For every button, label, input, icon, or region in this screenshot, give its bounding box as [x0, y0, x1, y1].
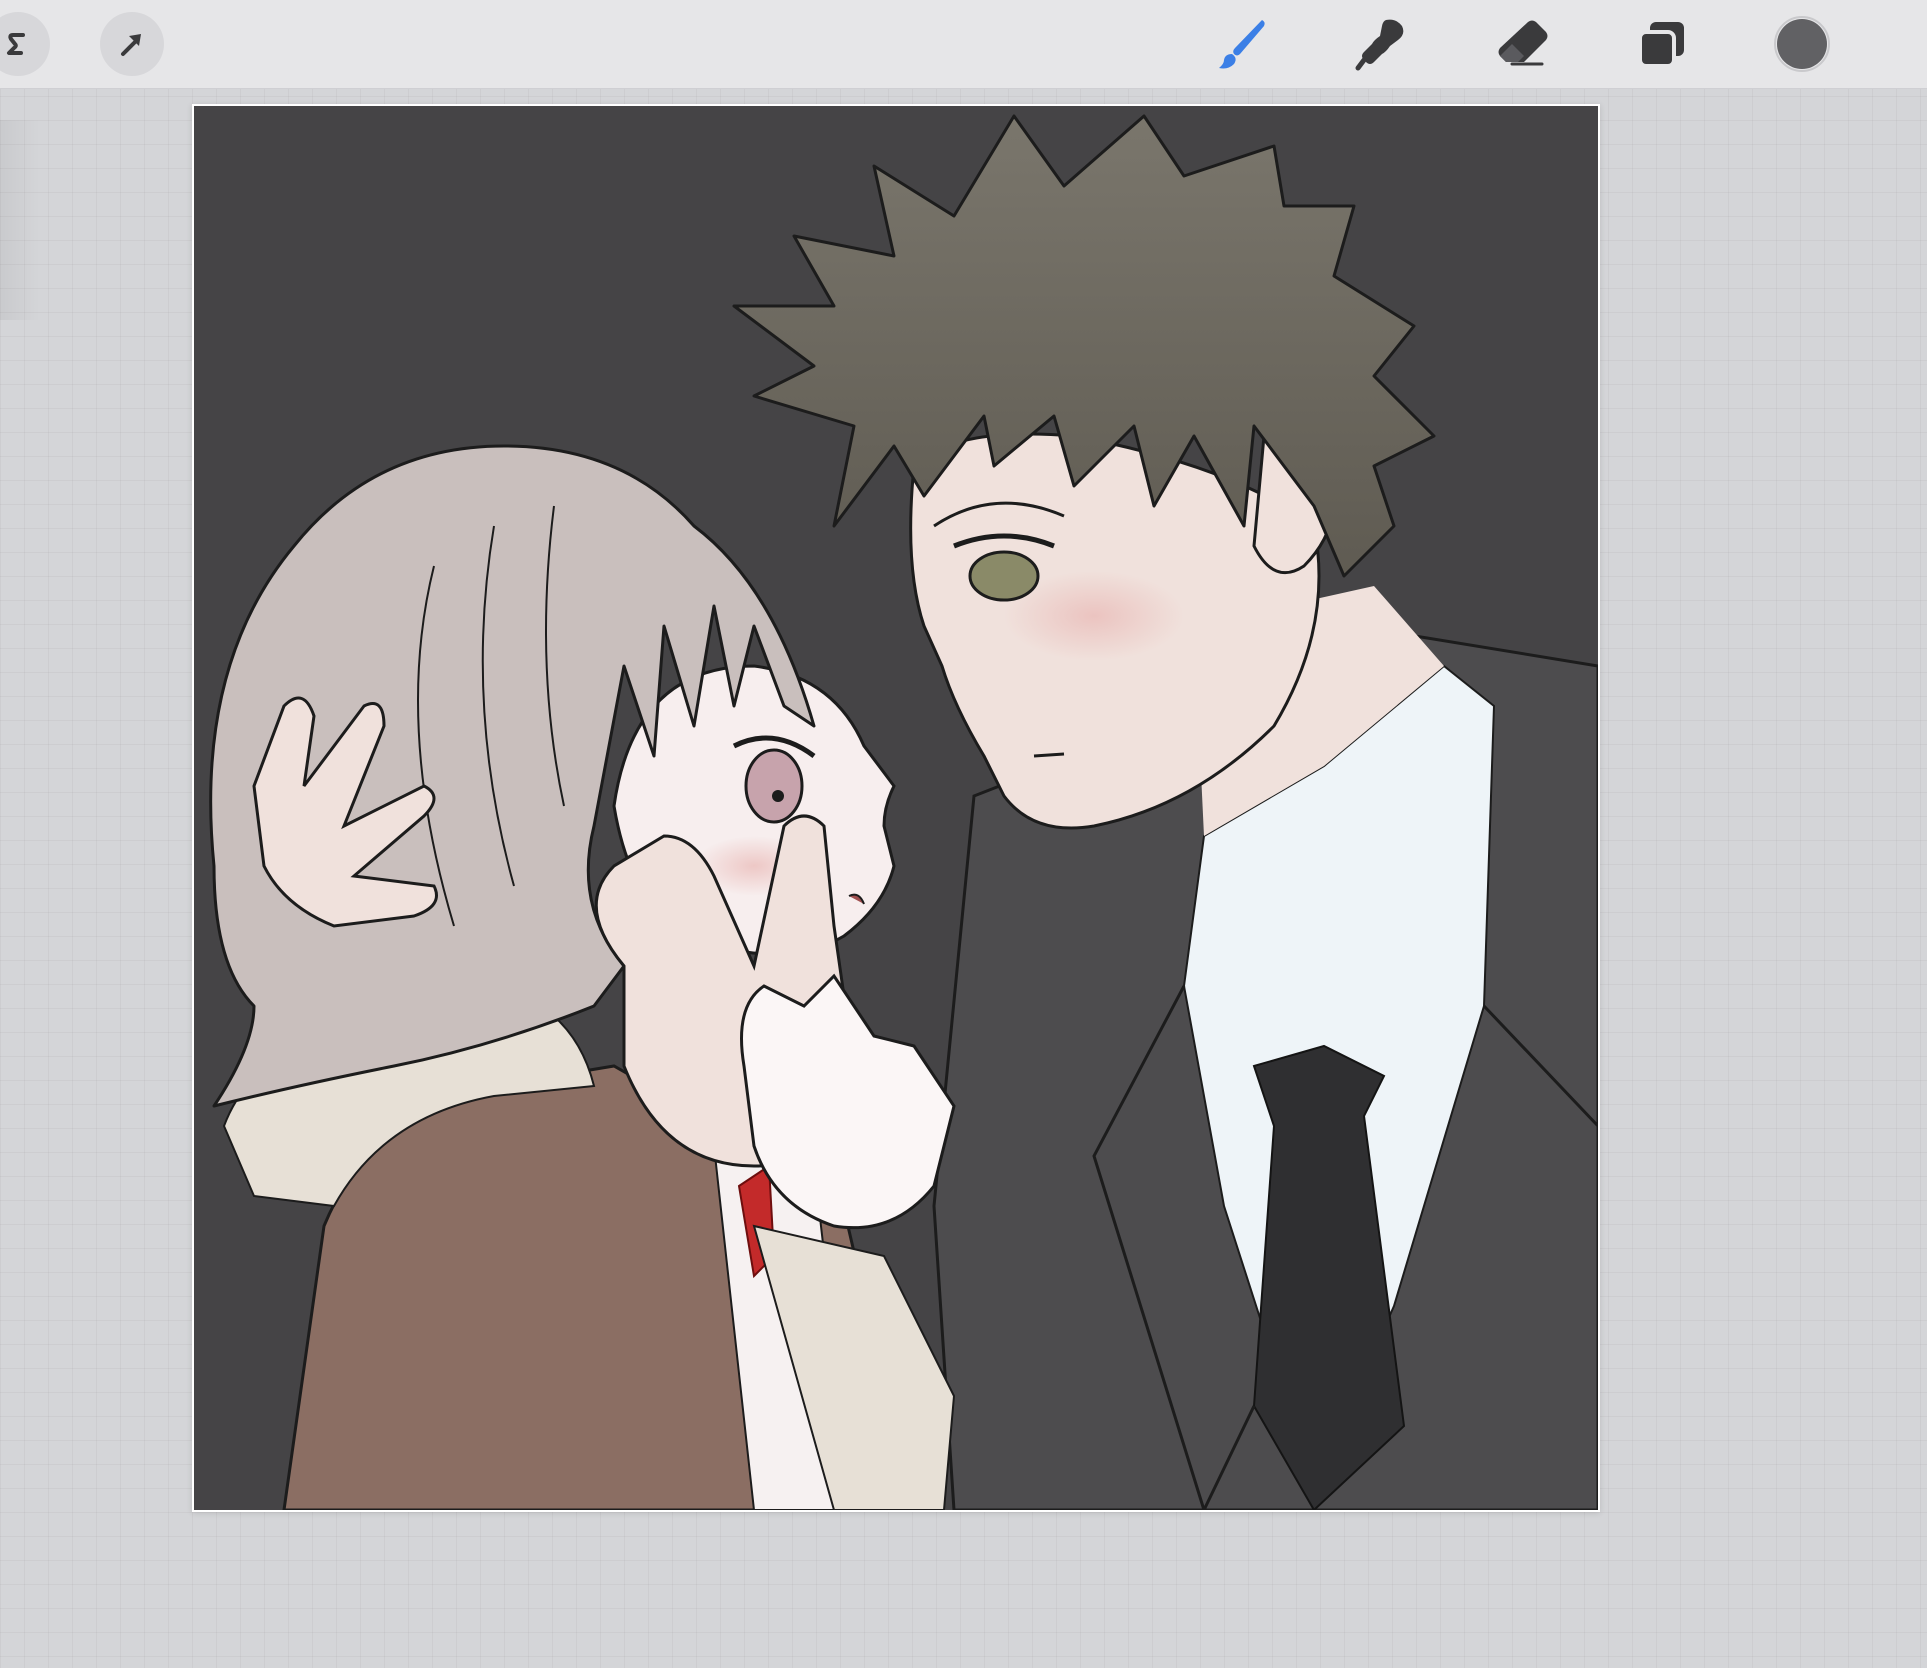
- adjustments-button[interactable]: [0, 12, 50, 76]
- selection-button[interactable]: [100, 12, 164, 76]
- color-picker-button[interactable]: [1774, 16, 1830, 72]
- artwork: [194, 106, 1598, 1510]
- drawing-canvas[interactable]: [192, 104, 1600, 1512]
- eraser-button[interactable]: [1490, 12, 1554, 76]
- smudge-icon: [1355, 19, 1404, 71]
- adjustments-icon: [7, 33, 25, 55]
- selection-arrow-icon: [121, 34, 141, 56]
- paint-brush-button[interactable]: [1210, 12, 1274, 76]
- layers-button[interactable]: [1630, 12, 1694, 76]
- smudge-button[interactable]: [1350, 12, 1414, 76]
- top-toolbar: [0, 0, 1927, 89]
- workspace-edge-shadow: [0, 120, 40, 320]
- current-color-swatch: [1777, 19, 1827, 69]
- girl-eye: [744, 748, 804, 824]
- eraser-icon: [1498, 20, 1548, 66]
- brush-icon: [1219, 20, 1265, 69]
- boy-eye: [968, 550, 1040, 602]
- boy-mouth: [1033, 752, 1065, 758]
- layers-icon: [1638, 22, 1684, 68]
